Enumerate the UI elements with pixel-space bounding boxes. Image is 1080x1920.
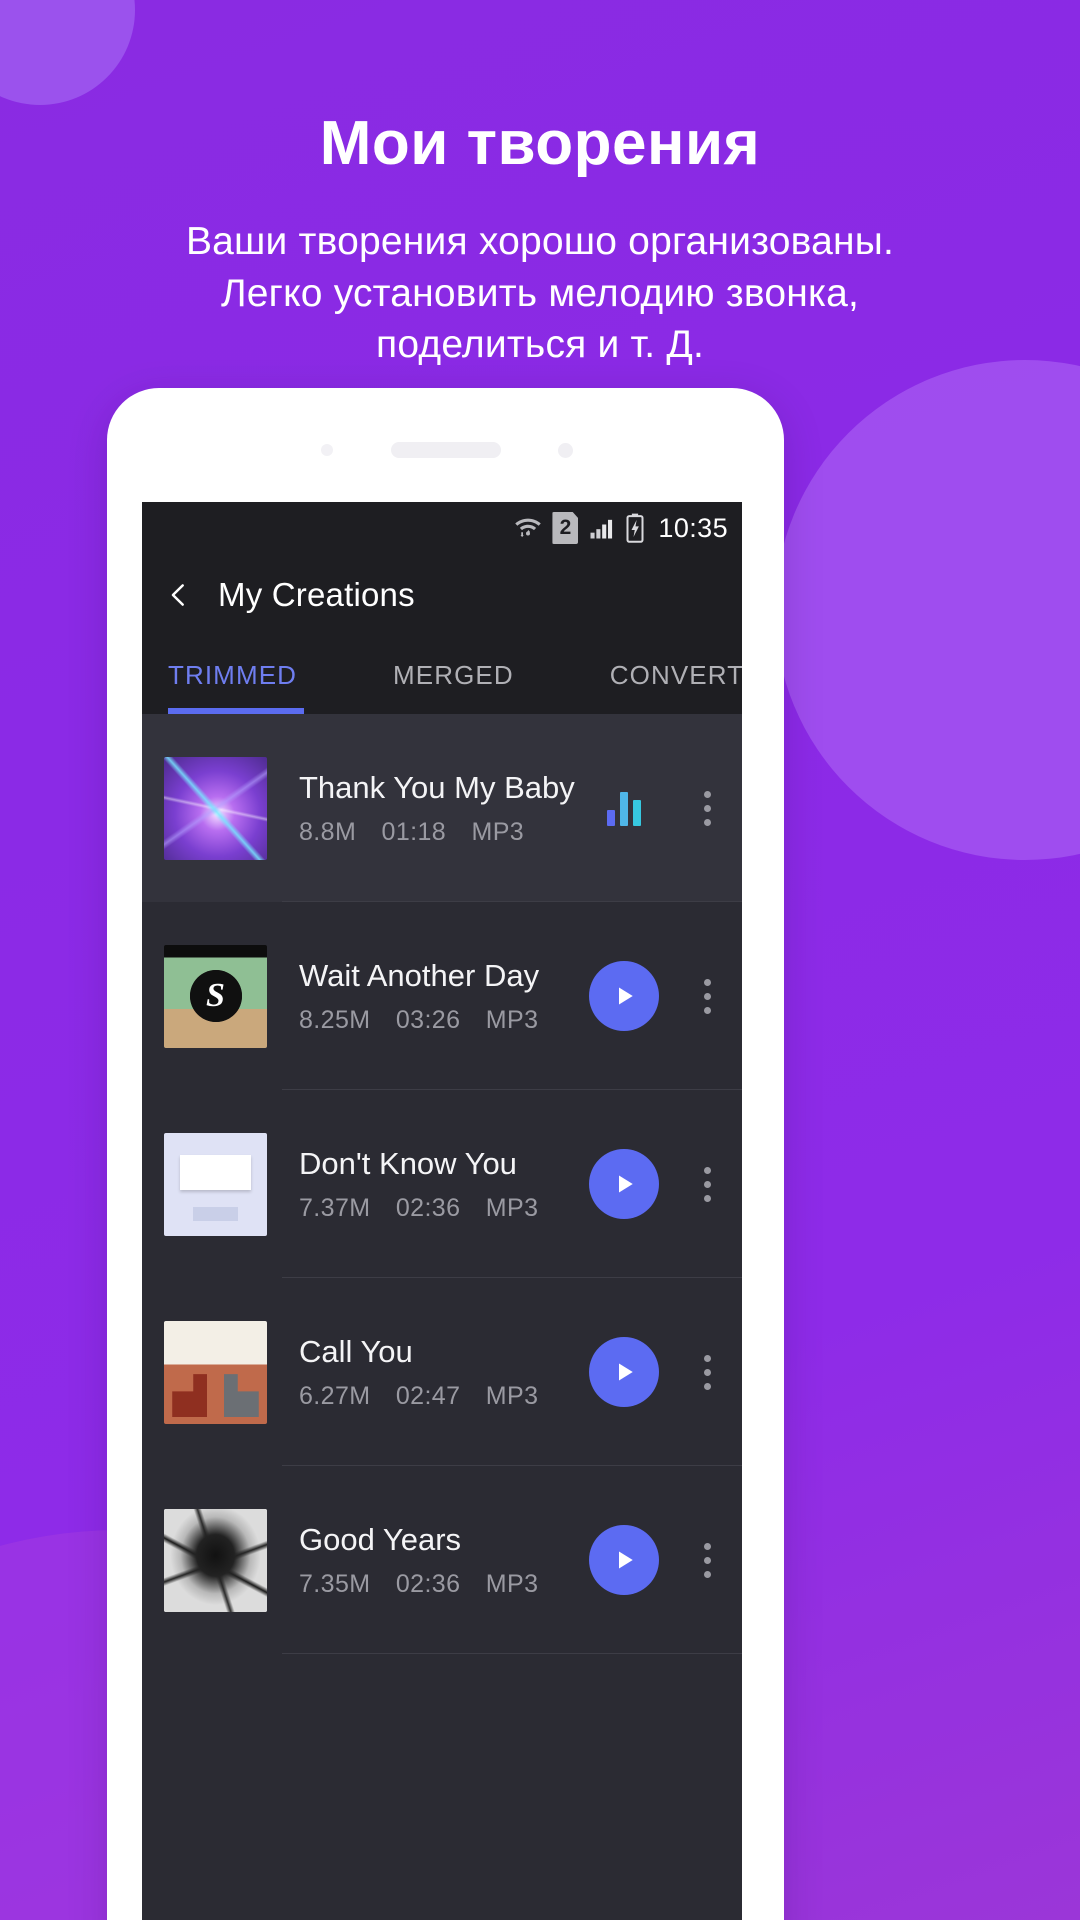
album-art-thumbnail (164, 1508, 267, 1612)
list-item-text: Call You 6.27M 02:47 MP3 (267, 1334, 576, 1411)
album-art-thumbnail (164, 756, 267, 860)
album-art-thumbnail (164, 1132, 267, 1236)
track-title: Thank You My Baby (299, 769, 575, 805)
row-action[interactable] (576, 1525, 672, 1595)
track-duration: 02:47 (395, 1381, 461, 1410)
app-bar: My Creations (142, 554, 742, 636)
promo-text-block: Мои творения Ваши творения хорошо органи… (0, 109, 1080, 371)
track-meta: 7.37M 02:36 MP3 (299, 1194, 576, 1223)
track-meta: 7.35M 02:36 MP3 (299, 1570, 576, 1599)
track-meta: 8.8M 01:18 MP3 (299, 818, 576, 847)
track-size: 8.8M (299, 817, 357, 846)
list-item-text: Thank You My Baby 8.8M 01:18 MP3 (267, 770, 576, 847)
more-vertical-icon[interactable] (672, 1354, 742, 1390)
track-title: Call You (299, 1333, 413, 1369)
subtitle-line-1: Ваши творения хорошо организованы. (185, 220, 895, 264)
tab-trimmed[interactable]: TRIMMED (168, 660, 297, 691)
track-title: Wait Another Day (299, 957, 540, 993)
row-action[interactable] (576, 1149, 672, 1219)
play-icon[interactable] (589, 961, 659, 1031)
list-item-text: Don't Know You 7.37M 02:36 MP3 (267, 1146, 576, 1223)
track-duration: 02:36 (395, 1193, 461, 1222)
subtitle-line-2: Легко установить мелодию звонка, (220, 271, 860, 315)
row-action[interactable] (576, 790, 672, 826)
equalizer-icon[interactable] (607, 790, 641, 826)
more-vertical-icon[interactable] (672, 1166, 742, 1202)
track-meta: 6.27M 02:47 MP3 (299, 1382, 576, 1411)
app-bar-title: My Creations (218, 576, 415, 613)
more-vertical-icon[interactable] (672, 1542, 742, 1578)
track-size: 7.37M (299, 1193, 371, 1222)
track-duration: 03:26 (395, 1005, 461, 1034)
album-art-thumbnail (164, 1320, 267, 1424)
track-format: MP3 (485, 1569, 539, 1598)
track-format: MP3 (471, 817, 525, 846)
track-duration: 01:18 (381, 817, 447, 846)
signal-icon (587, 514, 615, 542)
chevron-left-icon[interactable] (164, 580, 194, 610)
list-item[interactable]: Good Years 7.35M 02:36 MP3 (142, 1466, 742, 1654)
more-vertical-icon[interactable] (672, 790, 742, 826)
track-title: Don't Know You (299, 1145, 517, 1181)
track-format: MP3 (485, 1005, 539, 1034)
android-status-bar: 2 10:35 (142, 502, 742, 554)
track-title: Good Years (299, 1521, 462, 1557)
list-item[interactable]: Thank You My Baby 8.8M 01:18 MP3 (142, 714, 742, 902)
tab-converted-audio[interactable]: CONVERTED A (610, 660, 742, 691)
track-size: 7.35M (299, 1569, 371, 1598)
list-item-text: Good Years 7.35M 02:36 MP3 (267, 1522, 576, 1599)
phone-top-bezel (107, 388, 784, 502)
track-format: MP3 (485, 1381, 539, 1410)
earpiece-speaker (390, 442, 501, 458)
list-item[interactable]: Don't Know You 7.37M 02:36 MP3 (142, 1090, 742, 1278)
track-size: 6.27M (299, 1381, 371, 1410)
track-duration: 02:36 (395, 1569, 461, 1598)
phone-mockup: 2 10:35 My Creations TRIMMED MERGED CONV… (107, 388, 784, 1920)
decorative-circle-right (775, 360, 1080, 860)
album-art-thumbnail (164, 944, 267, 1048)
track-meta: 8.25M 03:26 MP3 (299, 1006, 576, 1035)
front-camera-icon (557, 443, 573, 458)
list-item[interactable]: Call You 6.27M 02:47 MP3 (142, 1278, 742, 1466)
tab-merged[interactable]: MERGED (393, 660, 514, 691)
tab-bar: TRIMMED MERGED CONVERTED A (142, 636, 742, 714)
page-subtitle: Ваши творения хорошо организованы. Легко… (36, 216, 1044, 370)
creations-list: Thank You My Baby 8.8M 01:18 MP3 Wai (142, 714, 742, 1654)
phone-screen: 2 10:35 My Creations TRIMMED MERGED CONV… (142, 502, 742, 1920)
play-icon[interactable] (589, 1525, 659, 1595)
track-size: 8.25M (299, 1005, 371, 1034)
subtitle-line-3: поделиться и т. Д. (376, 323, 704, 367)
battery-charging-icon (624, 513, 646, 543)
proximity-sensor-icon (320, 444, 333, 456)
play-icon[interactable] (589, 1149, 659, 1219)
page-title: Мои творения (319, 109, 761, 178)
track-format: MP3 (485, 1193, 539, 1222)
row-divider (282, 1653, 742, 1654)
row-action[interactable] (576, 961, 672, 1031)
status-bar-clock: 10:35 (658, 512, 728, 543)
list-item[interactable]: Wait Another Day 8.25M 03:26 MP3 (142, 902, 742, 1090)
sim-slot-badge: 2 (552, 512, 579, 544)
decorative-circle-top-left (0, 0, 135, 105)
list-item-text: Wait Another Day 8.25M 03:26 MP3 (267, 958, 576, 1035)
row-action[interactable] (576, 1337, 672, 1407)
play-icon[interactable] (589, 1337, 659, 1407)
more-vertical-icon[interactable] (672, 978, 742, 1014)
wifi-icon (513, 513, 543, 543)
